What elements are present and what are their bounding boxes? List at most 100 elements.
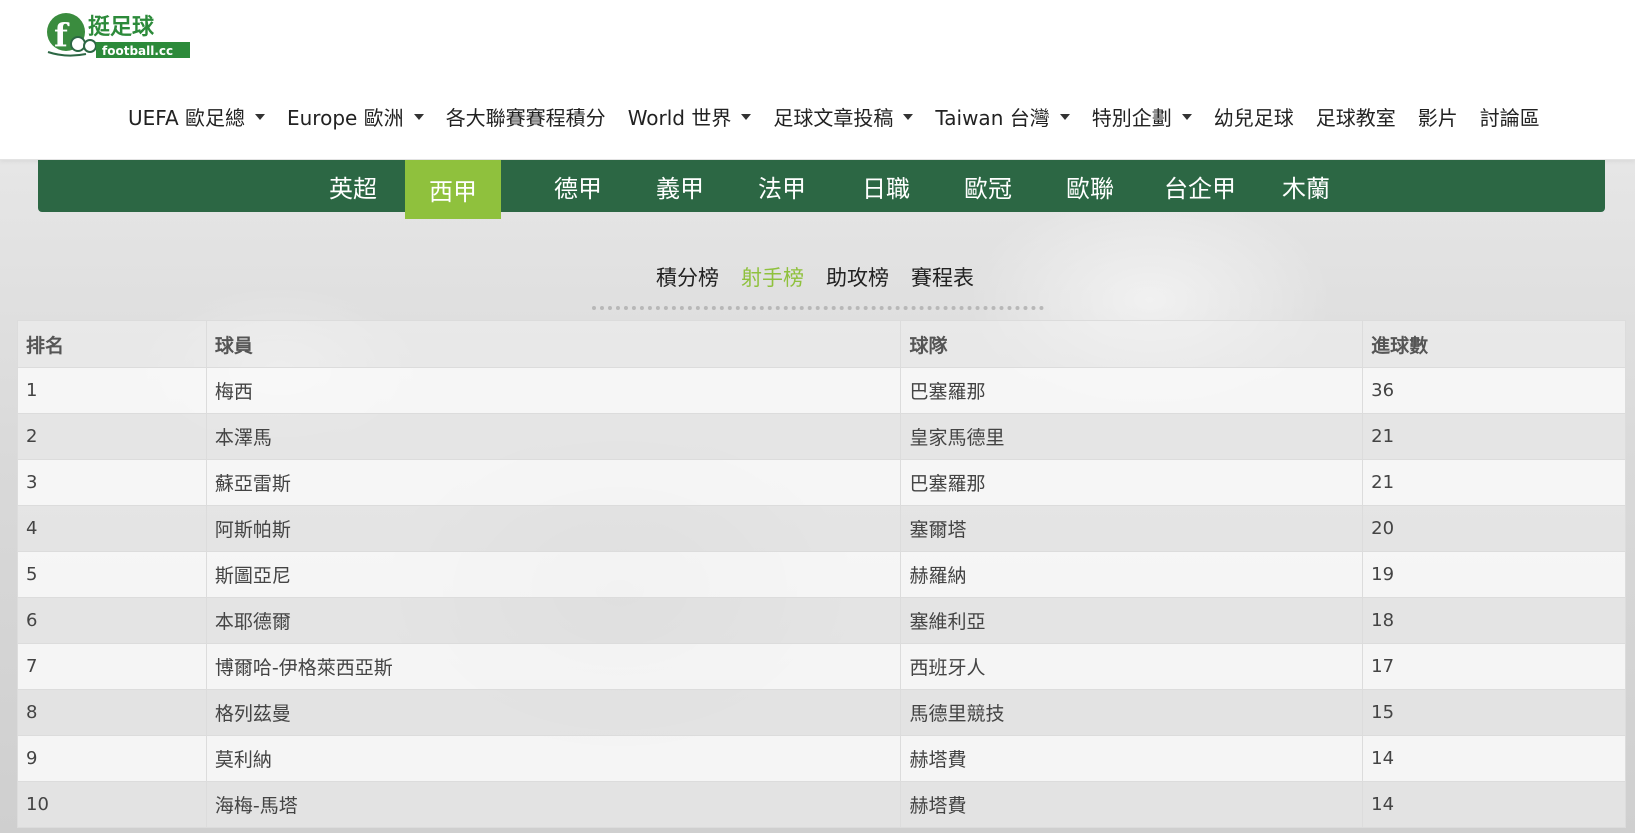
nav-item-label: 影片 [1417, 105, 1458, 130]
league-tab-champions-league[interactable]: 歐冠 [936, 160, 1040, 212]
league-tab-ligue-1[interactable]: 法甲 [732, 160, 832, 212]
league-tab-taiwan-enterprise[interactable]: 台企甲 [1140, 160, 1260, 212]
league-tab-europa-league[interactable]: 歐聯 [1038, 160, 1142, 212]
table-row: 4 阿斯帕斯 塞爾塔 20 [17, 505, 1626, 552]
team-cell: 塞維利亞 [900, 597, 1364, 644]
goals-cell: 17 [1362, 643, 1626, 690]
team-cell: 赫塔費 [900, 735, 1364, 782]
subtab-assists[interactable]: 助攻榜 [826, 262, 889, 292]
subtab-top-scorers[interactable]: 射手榜 [741, 262, 804, 292]
player-cell: 本耶德爾 [205, 597, 902, 644]
nav-item-label: 討論區 [1479, 105, 1540, 130]
nav-item-label: 特別企劃 [1091, 105, 1172, 130]
team-cell: 馬德里競技 [900, 689, 1364, 736]
caret-down-icon [741, 114, 752, 120]
site-header: f 挺足球 football.cc UEFA 歐足總 Europe 歐洲 各大聯… [0, 0, 1635, 160]
goals-cell: 21 [1362, 459, 1626, 506]
nav-item-kids-football[interactable]: 幼兒足球 [1214, 102, 1294, 131]
goals-cell: 14 [1362, 735, 1626, 782]
rank-cell: 10 [17, 781, 207, 828]
table-row: 6 本耶德爾 塞維利亞 18 [17, 597, 1626, 644]
table-row: 3 蘇亞雷斯 巴塞羅那 21 [17, 459, 1626, 506]
team-cell: 塞爾塔 [900, 505, 1364, 552]
table-row: 1 梅西 巴塞羅那 36 [17, 367, 1626, 414]
nav-item-world[interactable]: World 世界 [628, 102, 752, 131]
goals-cell: 20 [1362, 505, 1626, 552]
table-row: 9 莫利納 赫塔費 14 [17, 735, 1626, 782]
svg-text:football.cc: football.cc [102, 44, 173, 58]
goals-cell: 21 [1362, 413, 1626, 460]
nav-item-label: 足球教室 [1315, 105, 1396, 130]
nav-item-europe[interactable]: Europe 歐洲 [287, 102, 424, 131]
rank-cell: 4 [17, 505, 207, 552]
league-tab-premier-league[interactable]: 英超 [303, 160, 403, 212]
league-tab-bundesliga[interactable]: 德甲 [528, 160, 628, 212]
nav-item-forum[interactable]: 討論區 [1480, 102, 1540, 131]
table-row: 8 格列茲曼 馬德里競技 15 [17, 689, 1626, 736]
header-player: 球員 [205, 320, 902, 368]
nav-item-football-class[interactable]: 足球教室 [1316, 102, 1396, 131]
rank-cell: 8 [17, 689, 207, 736]
nav-item-label: Taiwan 台灣 [935, 105, 1050, 130]
table-row: 2 本澤馬 皇家馬德里 21 [17, 413, 1626, 460]
nav-item-label: 足球文章投稿 [773, 105, 894, 130]
nav-item-article-submission[interactable]: 足球文章投稿 [773, 102, 914, 131]
player-cell: 格列茲曼 [205, 689, 902, 736]
goals-cell: 14 [1362, 781, 1626, 828]
rank-cell: 6 [17, 597, 207, 644]
nav-item-taiwan[interactable]: Taiwan 台灣 [935, 102, 1070, 131]
nav-item-label: World 世界 [627, 105, 732, 130]
team-cell: 西班牙人 [900, 643, 1364, 690]
table-row: 10 海梅-馬塔 赫塔費 14 [17, 781, 1626, 828]
subtab-fixtures[interactable]: 賽程表 [911, 262, 974, 292]
rank-cell: 7 [17, 643, 207, 690]
nav-item-league-schedules[interactable]: 各大聯賽賽程積分 [446, 102, 606, 131]
nav-item-videos[interactable]: 影片 [1418, 102, 1458, 131]
player-cell: 梅西 [205, 367, 902, 414]
caret-down-icon [254, 114, 265, 120]
caret-down-icon [413, 114, 424, 120]
nav-item-uefa[interactable]: UEFA 歐足總 [128, 102, 265, 131]
nav-item-special-features[interactable]: 特別企劃 [1092, 102, 1192, 131]
player-cell: 蘇亞雷斯 [205, 459, 902, 506]
caret-down-icon [903, 114, 914, 120]
league-tab-mulan[interactable]: 木蘭 [1258, 160, 1354, 212]
dotted-divider [592, 306, 1044, 310]
player-cell: 海梅-馬塔 [205, 781, 902, 828]
subtab-standings[interactable]: 積分榜 [656, 262, 719, 292]
main-nav: UEFA 歐足總 Europe 歐洲 各大聯賽賽程積分 World 世界 足球文… [128, 98, 1562, 134]
nav-item-label: 各大聯賽賽程積分 [445, 105, 606, 130]
top-scorers-table: 排名 球員 球隊 進球數 1 梅西 巴塞羅那 36 2 本澤馬 皇家馬德里 21… [17, 320, 1626, 828]
player-cell: 莫利納 [205, 735, 902, 782]
rank-cell: 5 [17, 551, 207, 598]
player-cell: 阿斯帕斯 [205, 505, 902, 552]
league-tab-la-liga[interactable]: 西甲 [405, 160, 501, 219]
player-cell: 博爾哈-伊格萊西亞斯 [205, 643, 902, 690]
caret-down-icon [1181, 114, 1192, 120]
nav-item-label: UEFA 歐足總 [128, 105, 245, 130]
team-cell: 赫塔費 [900, 781, 1364, 828]
player-cell: 斯圖亞尼 [205, 551, 902, 598]
league-tab-j-league[interactable]: 日職 [834, 160, 938, 212]
league-tab-bar: 英超 西甲 德甲 義甲 法甲 日職 歐冠 歐聯 台企甲 木蘭 [38, 160, 1605, 219]
table-header-row: 排名 球員 球隊 進球數 [17, 320, 1626, 368]
nav-item-label: Europe 歐洲 [286, 105, 404, 130]
player-cell: 本澤馬 [205, 413, 902, 460]
nav-item-label: 幼兒足球 [1213, 105, 1294, 130]
table-row: 7 博爾哈-伊格萊西亞斯 西班牙人 17 [17, 643, 1626, 690]
svg-text:挺足球: 挺足球 [88, 15, 155, 40]
team-cell: 皇家馬德里 [900, 413, 1364, 460]
goals-cell: 15 [1362, 689, 1626, 736]
site-logo[interactable]: f 挺足球 football.cc [46, 8, 192, 60]
caret-down-icon [1059, 114, 1070, 120]
team-cell: 巴塞羅那 [900, 367, 1364, 414]
rank-cell: 2 [17, 413, 207, 460]
rank-cell: 1 [17, 367, 207, 414]
league-tab-serie-a[interactable]: 義甲 [630, 160, 730, 212]
goals-cell: 36 [1362, 367, 1626, 414]
football-logo-icon: f 挺足球 football.cc [47, 13, 190, 58]
svg-text:f: f [54, 16, 70, 54]
header-team: 球隊 [900, 320, 1364, 368]
goals-cell: 19 [1362, 551, 1626, 598]
table-row: 5 斯圖亞尼 赫羅納 19 [17, 551, 1626, 598]
